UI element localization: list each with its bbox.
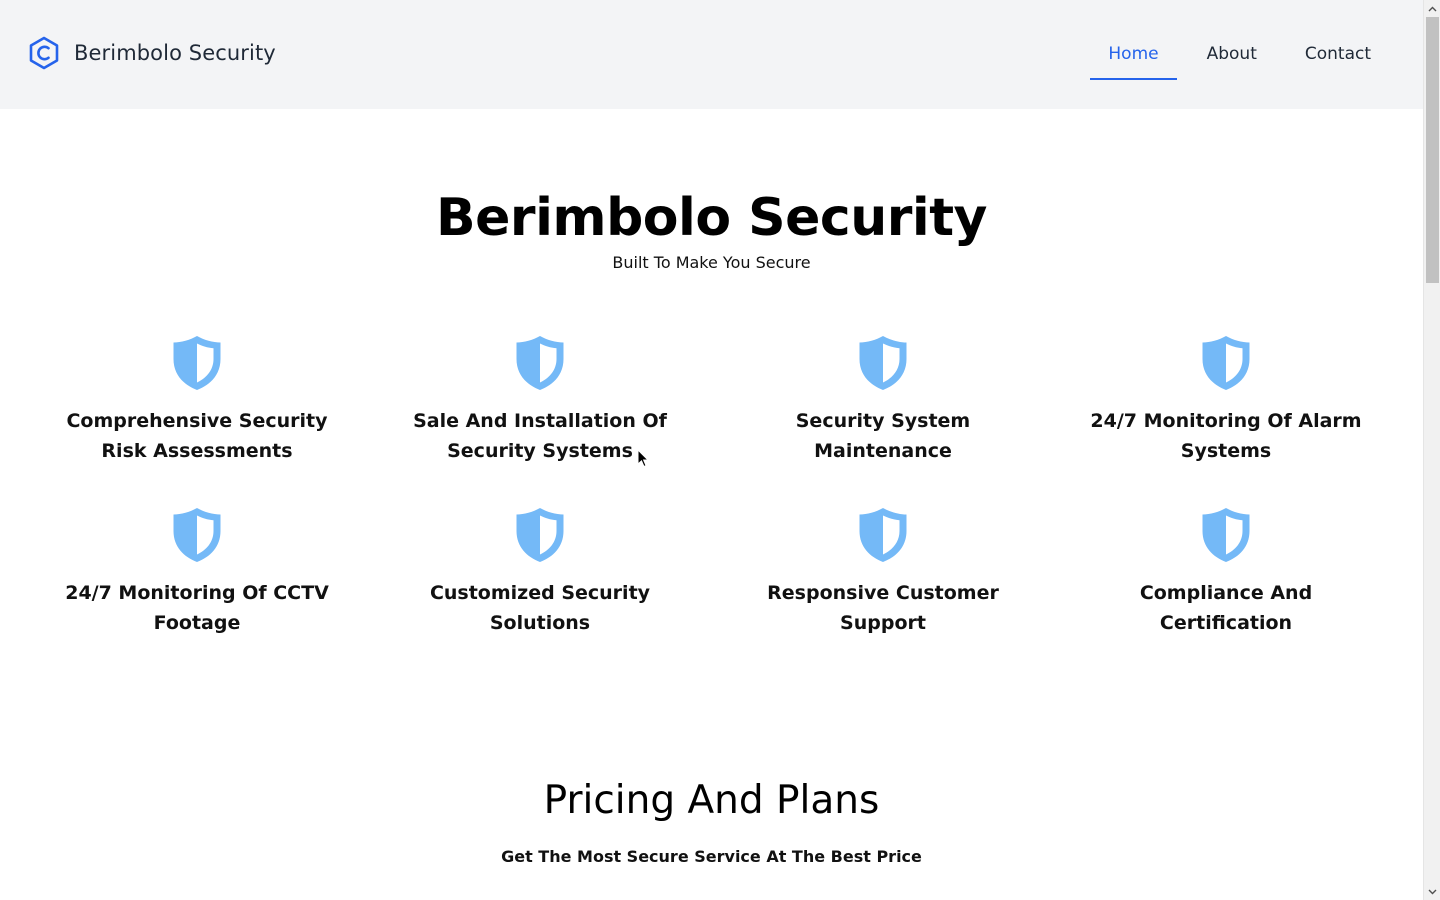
vertical-scrollbar[interactable] <box>1423 0 1440 900</box>
feature-card: 24/7 Monitoring Of CCTV Footage <box>26 506 369 638</box>
feature-card: Sale And Installation Of Security System… <box>369 334 712 466</box>
feature-title: Customized Security Solutions <box>429 582 651 634</box>
feature-card: Compliance And Certification <box>1055 506 1398 638</box>
browser-viewport: Berimbolo Security Home About Contact Be… <box>0 0 1440 900</box>
brand-name: Berimbolo Security <box>74 40 276 65</box>
feature-title: 24/7 Monitoring Of Alarm Systems <box>1090 410 1362 462</box>
features-grid: Comprehensive Security Risk Assessments S… <box>0 334 1423 638</box>
main-nav: Home About Contact <box>1078 0 1389 109</box>
nav-about[interactable]: About <box>1189 0 1275 109</box>
feature-card: 24/7 Monitoring Of Alarm Systems <box>1055 334 1398 466</box>
feature-title: Security System Maintenance <box>795 410 971 462</box>
hexagon-c-logo-icon <box>29 36 59 69</box>
feature-card: Comprehensive Security Risk Assessments <box>26 334 369 466</box>
scroll-down-arrow-icon[interactable] <box>1424 883 1440 900</box>
feature-title: Compliance And Certification <box>1139 582 1313 634</box>
pricing-subtitle: Get The Most Secure Service At The Best … <box>501 847 922 866</box>
shield-icon <box>1202 336 1250 390</box>
hero-section: Berimbolo Security Built To Make You Sec… <box>0 109 1423 272</box>
hero-subtitle: Built To Make You Secure <box>612 253 811 272</box>
feature-card: Customized Security Solutions <box>369 506 712 638</box>
nav-home[interactable]: Home <box>1090 0 1177 109</box>
pricing-title: Pricing And Plans <box>543 778 880 823</box>
pricing-section: Pricing And Plans Get The Most Secure Se… <box>0 778 1423 866</box>
feature-card: Security System Maintenance <box>712 334 1055 466</box>
feature-title: Sale And Installation Of Security System… <box>413 410 667 462</box>
shield-icon <box>516 508 564 562</box>
scroll-thumb[interactable] <box>1426 17 1439 283</box>
feature-title: 24/7 Monitoring Of CCTV Footage <box>65 582 329 634</box>
shield-icon <box>859 508 907 562</box>
shield-icon <box>1202 508 1250 562</box>
shield-icon <box>516 336 564 390</box>
feature-title: Responsive Customer Support <box>767 582 999 634</box>
site-header: Berimbolo Security Home About Contact <box>0 0 1423 109</box>
scroll-up-arrow-icon[interactable] <box>1424 0 1440 17</box>
hero-title: Berimbolo Security <box>436 188 987 248</box>
page: Berimbolo Security Home About Contact Be… <box>0 0 1423 900</box>
nav-contact[interactable]: Contact <box>1287 0 1389 109</box>
shield-icon <box>173 508 221 562</box>
brand[interactable]: Berimbolo Security <box>28 36 276 70</box>
shield-icon <box>173 336 221 390</box>
feature-card: Responsive Customer Support <box>712 506 1055 638</box>
shield-icon <box>859 336 907 390</box>
feature-title: Comprehensive Security Risk Assessments <box>66 410 328 462</box>
